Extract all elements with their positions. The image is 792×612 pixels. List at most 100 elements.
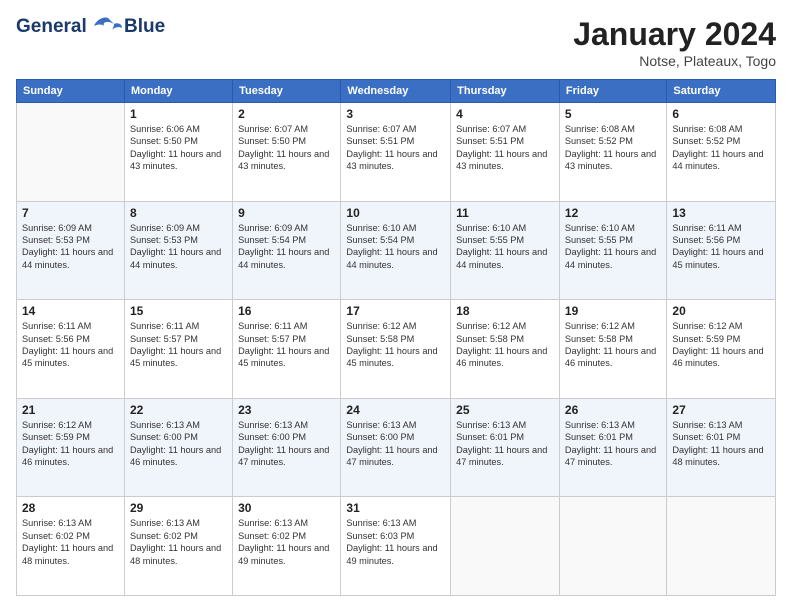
table-row: 22 Sunrise: 6:13 AMSunset: 6:00 PMDaylig…: [124, 398, 232, 497]
table-row: 10 Sunrise: 6:10 AMSunset: 5:54 PMDaylig…: [341, 201, 451, 300]
day-info: Sunrise: 6:09 AMSunset: 5:53 PMDaylight:…: [22, 222, 119, 272]
day-info: Sunrise: 6:12 AMSunset: 5:59 PMDaylight:…: [672, 320, 770, 370]
calendar-week-row: 21 Sunrise: 6:12 AMSunset: 5:59 PMDaylig…: [17, 398, 776, 497]
table-row: 21 Sunrise: 6:12 AMSunset: 5:59 PMDaylig…: [17, 398, 125, 497]
day-number: 12: [565, 206, 661, 220]
day-number: 22: [130, 403, 227, 417]
day-number: 31: [346, 501, 445, 515]
header-saturday: Saturday: [667, 80, 776, 103]
logo: General Blue: [16, 16, 165, 38]
day-info: Sunrise: 6:13 AMSunset: 6:01 PMDaylight:…: [565, 419, 661, 469]
day-number: 8: [130, 206, 227, 220]
header-sunday: Sunday: [17, 80, 125, 103]
calendar-week-row: 1 Sunrise: 6:06 AMSunset: 5:50 PMDayligh…: [17, 103, 776, 202]
table-row: [559, 497, 666, 596]
day-number: 9: [238, 206, 335, 220]
table-row: [451, 497, 560, 596]
header-monday: Monday: [124, 80, 232, 103]
day-number: 3: [346, 107, 445, 121]
table-row: 29 Sunrise: 6:13 AMSunset: 6:02 PMDaylig…: [124, 497, 232, 596]
day-info: Sunrise: 6:09 AMSunset: 5:54 PMDaylight:…: [238, 222, 335, 272]
day-number: 6: [672, 107, 770, 121]
day-info: Sunrise: 6:13 AMSunset: 6:00 PMDaylight:…: [130, 419, 227, 469]
table-row: 11 Sunrise: 6:10 AMSunset: 5:55 PMDaylig…: [451, 201, 560, 300]
table-row: 26 Sunrise: 6:13 AMSunset: 6:01 PMDaylig…: [559, 398, 666, 497]
day-info: Sunrise: 6:11 AMSunset: 5:57 PMDaylight:…: [130, 320, 227, 370]
day-number: 17: [346, 304, 445, 318]
day-info: Sunrise: 6:12 AMSunset: 5:59 PMDaylight:…: [22, 419, 119, 469]
table-row: 17 Sunrise: 6:12 AMSunset: 5:58 PMDaylig…: [341, 300, 451, 399]
table-row: 9 Sunrise: 6:09 AMSunset: 5:54 PMDayligh…: [233, 201, 341, 300]
day-number: 2: [238, 107, 335, 121]
calendar-table: Sunday Monday Tuesday Wednesday Thursday…: [16, 79, 776, 596]
day-number: 11: [456, 206, 554, 220]
table-row: 27 Sunrise: 6:13 AMSunset: 6:01 PMDaylig…: [667, 398, 776, 497]
table-row: 6 Sunrise: 6:08 AMSunset: 5:52 PMDayligh…: [667, 103, 776, 202]
header-friday: Friday: [559, 80, 666, 103]
header-wednesday: Wednesday: [341, 80, 451, 103]
day-number: 26: [565, 403, 661, 417]
calendar-week-row: 14 Sunrise: 6:11 AMSunset: 5:56 PMDaylig…: [17, 300, 776, 399]
table-row: 13 Sunrise: 6:11 AMSunset: 5:56 PMDaylig…: [667, 201, 776, 300]
table-row: 7 Sunrise: 6:09 AMSunset: 5:53 PMDayligh…: [17, 201, 125, 300]
table-row: 30 Sunrise: 6:13 AMSunset: 6:02 PMDaylig…: [233, 497, 341, 596]
logo-bird-icon: [94, 16, 122, 38]
day-number: 25: [456, 403, 554, 417]
day-info: Sunrise: 6:13 AMSunset: 6:00 PMDaylight:…: [238, 419, 335, 469]
day-info: Sunrise: 6:11 AMSunset: 5:56 PMDaylight:…: [22, 320, 119, 370]
header: General Blue January 2024 Notse, Plateau…: [16, 16, 776, 69]
table-row: 1 Sunrise: 6:06 AMSunset: 5:50 PMDayligh…: [124, 103, 232, 202]
day-info: Sunrise: 6:13 AMSunset: 6:02 PMDaylight:…: [238, 517, 335, 567]
day-info: Sunrise: 6:13 AMSunset: 6:02 PMDaylight:…: [130, 517, 227, 567]
day-number: 4: [456, 107, 554, 121]
table-row: 2 Sunrise: 6:07 AMSunset: 5:50 PMDayligh…: [233, 103, 341, 202]
day-number: 27: [672, 403, 770, 417]
day-number: 18: [456, 304, 554, 318]
day-number: 21: [22, 403, 119, 417]
day-info: Sunrise: 6:11 AMSunset: 5:56 PMDaylight:…: [672, 222, 770, 272]
table-row: 12 Sunrise: 6:10 AMSunset: 5:55 PMDaylig…: [559, 201, 666, 300]
table-row: 4 Sunrise: 6:07 AMSunset: 5:51 PMDayligh…: [451, 103, 560, 202]
day-info: Sunrise: 6:12 AMSunset: 5:58 PMDaylight:…: [456, 320, 554, 370]
day-info: Sunrise: 6:07 AMSunset: 5:51 PMDaylight:…: [346, 123, 445, 173]
day-info: Sunrise: 6:13 AMSunset: 6:01 PMDaylight:…: [456, 419, 554, 469]
day-info: Sunrise: 6:13 AMSunset: 6:00 PMDaylight:…: [346, 419, 445, 469]
day-info: Sunrise: 6:11 AMSunset: 5:57 PMDaylight:…: [238, 320, 335, 370]
main-title: January 2024: [573, 16, 776, 53]
day-number: 7: [22, 206, 119, 220]
day-info: Sunrise: 6:09 AMSunset: 5:53 PMDaylight:…: [130, 222, 227, 272]
table-row: 25 Sunrise: 6:13 AMSunset: 6:01 PMDaylig…: [451, 398, 560, 497]
day-number: 13: [672, 206, 770, 220]
day-number: 16: [238, 304, 335, 318]
day-info: Sunrise: 6:13 AMSunset: 6:03 PMDaylight:…: [346, 517, 445, 567]
table-row: 24 Sunrise: 6:13 AMSunset: 6:00 PMDaylig…: [341, 398, 451, 497]
day-info: Sunrise: 6:08 AMSunset: 5:52 PMDaylight:…: [565, 123, 661, 173]
day-number: 19: [565, 304, 661, 318]
logo-blue: Blue: [124, 16, 165, 38]
table-row: [17, 103, 125, 202]
table-row: 16 Sunrise: 6:11 AMSunset: 5:57 PMDaylig…: [233, 300, 341, 399]
day-info: Sunrise: 6:06 AMSunset: 5:50 PMDaylight:…: [130, 123, 227, 173]
day-info: Sunrise: 6:08 AMSunset: 5:52 PMDaylight:…: [672, 123, 770, 173]
day-number: 1: [130, 107, 227, 121]
day-number: 10: [346, 206, 445, 220]
day-number: 24: [346, 403, 445, 417]
calendar-header-row: Sunday Monday Tuesday Wednesday Thursday…: [17, 80, 776, 103]
day-info: Sunrise: 6:13 AMSunset: 6:02 PMDaylight:…: [22, 517, 119, 567]
title-block: January 2024 Notse, Plateaux, Togo: [573, 16, 776, 69]
day-number: 15: [130, 304, 227, 318]
table-row: 18 Sunrise: 6:12 AMSunset: 5:58 PMDaylig…: [451, 300, 560, 399]
table-row: 31 Sunrise: 6:13 AMSunset: 6:03 PMDaylig…: [341, 497, 451, 596]
header-tuesday: Tuesday: [233, 80, 341, 103]
day-number: 14: [22, 304, 119, 318]
day-info: Sunrise: 6:12 AMSunset: 5:58 PMDaylight:…: [565, 320, 661, 370]
table-row: 14 Sunrise: 6:11 AMSunset: 5:56 PMDaylig…: [17, 300, 125, 399]
table-row: 23 Sunrise: 6:13 AMSunset: 6:00 PMDaylig…: [233, 398, 341, 497]
day-info: Sunrise: 6:12 AMSunset: 5:58 PMDaylight:…: [346, 320, 445, 370]
page: General Blue January 2024 Notse, Plateau…: [0, 0, 792, 612]
subtitle: Notse, Plateaux, Togo: [573, 53, 776, 69]
day-number: 5: [565, 107, 661, 121]
day-info: Sunrise: 6:10 AMSunset: 5:54 PMDaylight:…: [346, 222, 445, 272]
day-number: 20: [672, 304, 770, 318]
day-number: 28: [22, 501, 119, 515]
